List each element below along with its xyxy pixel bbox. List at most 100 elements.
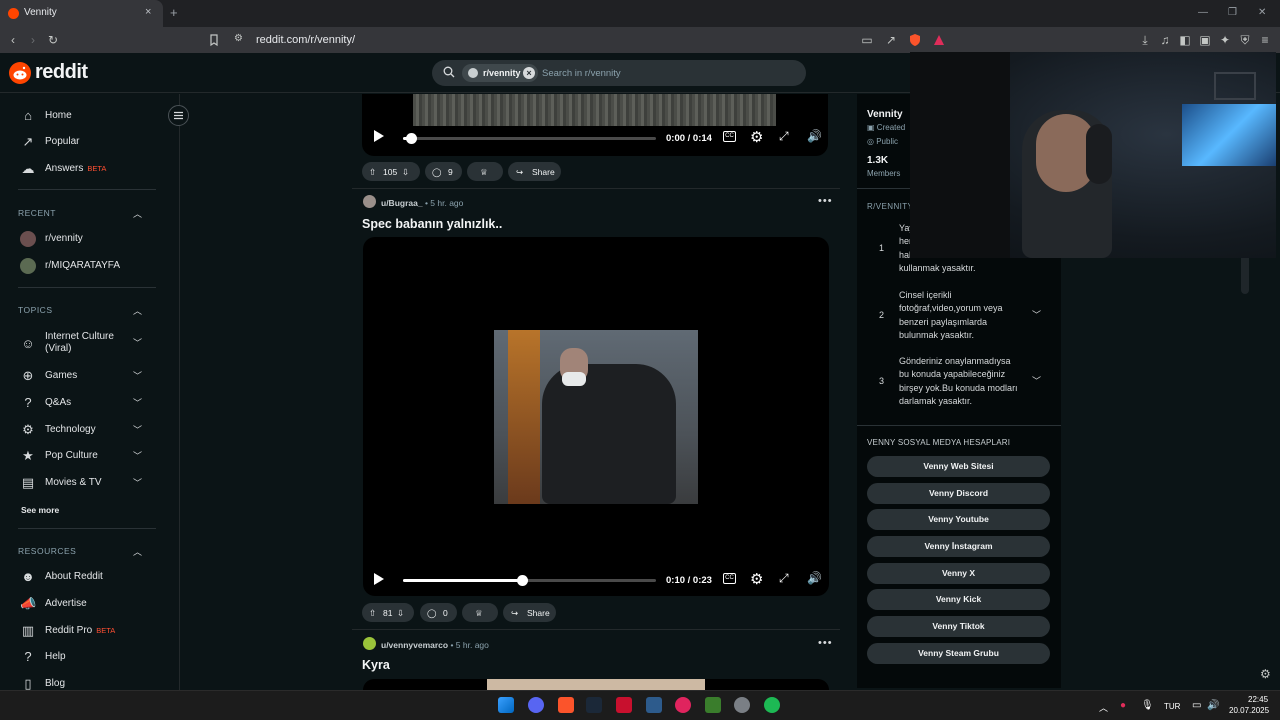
upvote-icon[interactable]: ⇧ [369,167,376,178]
post-title[interactable]: Spec babanın yalnızlık.. [362,217,502,231]
venny-web-sitesi-button[interactable]: Venny Web Sitesi [867,456,1050,477]
site-info-icon[interactable]: ⚙ [234,33,243,44]
brave-browser-icon[interactable] [558,697,574,713]
bookmark-icon[interactable] [207,33,221,47]
sidebar-item-internet-culture[interactable]: ☺ Internet Culture (Viral) ﹀ [20,330,160,358]
network-icon[interactable]: ▭ [1192,700,1201,711]
wallet-icon[interactable]: ▣ [1198,33,1212,47]
avatar[interactable] [363,195,376,208]
sidebar-item-help[interactable]: ? Help [20,647,160,667]
close-window-button[interactable]: ✕ [1258,7,1266,18]
sidebar-item-r-miqaratayfa[interactable]: r/MIQARATAYFA [20,256,160,276]
chevron-down-icon[interactable]: ﹀ [133,369,142,382]
leo-ai-icon[interactable]: ✦ [1218,33,1232,47]
brave-rewards-icon[interactable] [932,33,946,47]
settings-gear-icon[interactable]: ⚙ [750,570,763,588]
post-options-button[interactable]: ••• [818,195,833,207]
new-tab-button[interactable]: + [170,5,178,20]
video-player[interactable] [363,237,829,596]
sidebar-item-answers[interactable]: ☁ Answers BETA [20,159,160,179]
settings-gear-icon[interactable]: ⚙ [750,128,763,146]
search-input[interactable]: Search in r/vennity [542,68,621,79]
sidebar-item-movies-tv[interactable]: ▤ Movies & TV ﹀ [20,473,160,493]
resources-section-title[interactable]: RESOURCES [18,546,76,556]
fullscreen-icon[interactable]: ⤢ [779,571,789,586]
venny-x-button[interactable]: Venny X [867,563,1050,584]
microphone-icon[interactable]: 🎙 [1141,700,1154,711]
chip-remove-icon[interactable]: × [523,67,535,79]
speaker-icon[interactable]: 🔊 [1207,700,1219,711]
search-bar[interactable]: × r/vennity Search in r/vennity [432,60,806,86]
video-player[interactable] [362,94,828,156]
sidebar-item-technology[interactable]: ⚙ Technology ﹀ [20,420,160,440]
sidebar-toggle-icon[interactable]: ◧ [1178,33,1192,47]
sidebar-item-popular[interactable]: ↗ Popular [20,132,160,152]
sidebar-item-about-reddit[interactable]: ☻ About Reddit [20,567,160,587]
volume-icon[interactable]: 🔊 [807,571,822,585]
app-icon[interactable] [675,697,691,713]
chevron-down-icon[interactable]: ﹀ [133,336,142,349]
forward-icon[interactable]: › [26,33,40,47]
sidebar-item-games[interactable]: ⊕ Games ﹀ [20,366,160,386]
settings-gear-icon[interactable]: ⚙ [1260,667,1271,681]
sidebar-item-home[interactable]: ⌂ Home [20,106,160,126]
chevron-down-icon[interactable]: ﹀ [133,476,142,489]
back-icon[interactable]: ‹ [6,33,20,47]
author-name[interactable]: u/vennyvemarco [381,640,448,650]
app-icon[interactable] [705,697,721,713]
sidebar-item-r-vennity[interactable]: r/vennity [20,229,160,249]
recent-section-title[interactable]: RECENT [18,208,56,218]
vpn-icon[interactable]: ⛨ [1238,33,1252,47]
avatar[interactable] [363,637,376,650]
sidebar-item-qas[interactable]: ? Q&As ﹀ [20,393,160,413]
spotify-icon[interactable] [764,697,780,713]
clock-time[interactable]: 22:45 [1248,695,1268,704]
progress-track[interactable] [403,575,656,586]
clock-date[interactable]: 20.07.2025 [1229,706,1269,715]
downloads-icon[interactable]: ⤓ [1138,33,1152,47]
start-icon[interactable] [498,697,514,713]
downvote-icon[interactable]: ⇩ [397,608,404,619]
sidebar-item-reddit-pro[interactable]: ▥ Reddit Pro BETA [20,621,160,641]
share-page-icon[interactable]: ↗ [884,33,898,47]
upvote-icon[interactable]: ⇧ [369,608,376,619]
app-icon[interactable] [616,697,632,713]
chevron-down-icon[interactable]: ﹀ [133,423,142,436]
chevron-down-icon[interactable]: ﹀ [1032,308,1041,321]
venny-discord-button[interactable]: Venny Discord [867,483,1050,504]
tray-app-icon[interactable]: ● [1120,700,1126,711]
share-button[interactable]: ↪ Share [508,162,561,181]
media-icon[interactable]: ♫ [1158,33,1172,47]
reload-icon[interactable]: ↻ [46,33,60,47]
award-button[interactable]: ♕ [462,603,498,622]
settings-app-icon[interactable] [734,697,750,713]
chevron-up-icon[interactable]: ︿ [133,304,142,317]
progress-scrubber[interactable] [516,575,528,586]
chevron-up-icon[interactable]: ︿ [133,207,142,220]
chevron-down-icon[interactable]: ﹀ [133,396,142,409]
brave-shield-icon[interactable] [908,33,922,47]
chevron-down-icon[interactable]: ﹀ [1032,374,1041,387]
venny-steam-grubu-button[interactable]: Venny Steam Grubu [867,643,1050,664]
downvote-icon[interactable]: ⇩ [402,167,409,178]
tab-close-icon[interactable]: × [145,6,151,18]
venny-tiktok-button[interactable]: Venny Tiktok [867,616,1050,637]
comments-button[interactable]: ◯ 0 [420,603,457,622]
reddit-wordmark[interactable]: reddit [35,61,88,84]
sidebar-item-pop-culture[interactable]: ★ Pop Culture ﹀ [20,446,160,466]
post-title[interactable]: Kyra [362,658,390,672]
play-icon[interactable] [373,129,385,143]
menu-icon[interactable]: ≡ [1258,33,1272,47]
volume-icon[interactable]: 🔊 [807,129,822,143]
award-button[interactable]: ♕ [467,162,503,181]
post-author[interactable]: u/vennyvemarco • 5 hr. ago [381,640,489,650]
post-media[interactable] [363,679,829,690]
comments-button[interactable]: ◯ 9 [425,162,462,181]
browser-tab[interactable]: Vennity × [0,0,163,27]
author-name[interactable]: u/Bugraa_ [381,198,423,208]
venny-kick-button[interactable]: Venny Kick [867,589,1050,610]
chevron-up-icon[interactable]: ︿ [133,545,142,558]
address-bar[interactable]: ⚙ reddit.com/r/vennity/ [228,30,828,50]
rule-2-text[interactable]: Cinsel içerikli fotoğraf,video,yorum vey… [899,289,1029,342]
share-button[interactable]: ↪ Share [503,603,556,622]
